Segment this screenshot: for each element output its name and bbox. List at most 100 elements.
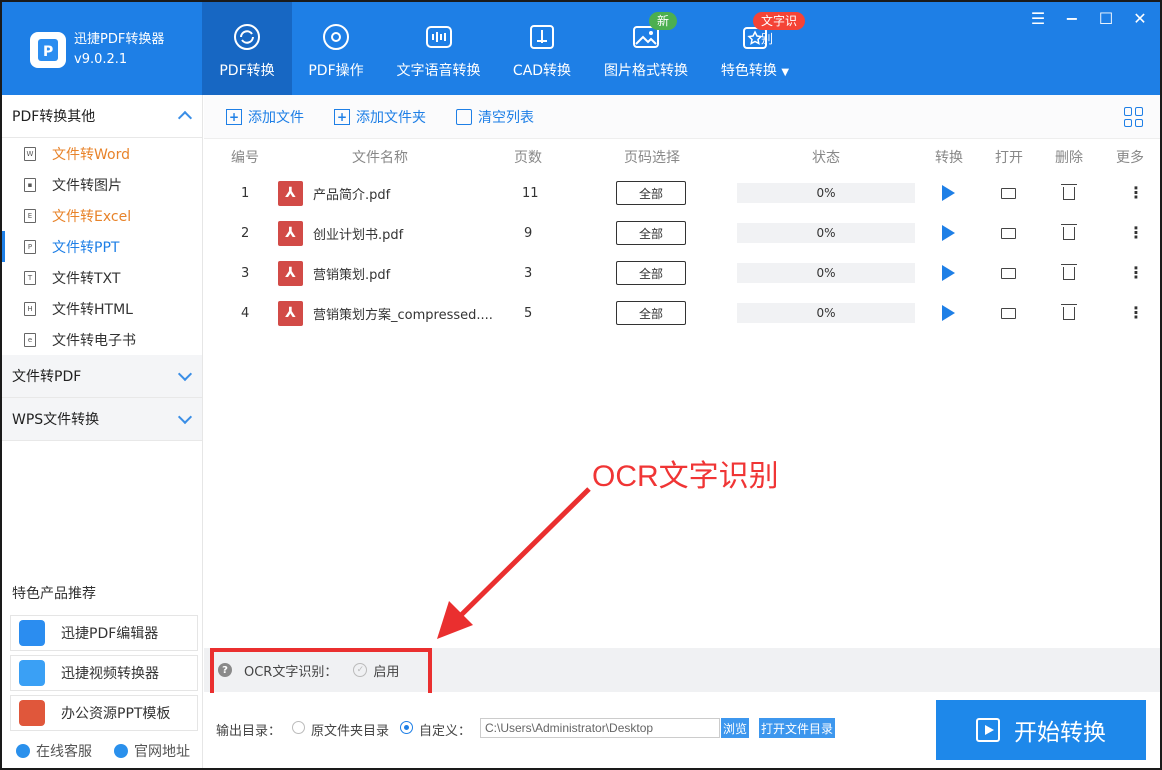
ocr-annotation-label: OCR文字识别 bbox=[592, 460, 779, 493]
play-icon[interactable] bbox=[942, 305, 955, 321]
trash-icon[interactable] bbox=[1061, 223, 1077, 240]
add-folder-button[interactable]: + 添加文件夹 bbox=[334, 107, 426, 127]
play-icon[interactable] bbox=[942, 185, 955, 201]
top-header: P 迅捷PDF转换器 v9.0.2.1 PDF转换 PDF操作 文字语音转换 C… bbox=[2, 2, 1160, 95]
trash-icon[interactable] bbox=[1061, 263, 1077, 280]
pdf-file-icon: ⅄ bbox=[278, 260, 303, 286]
file-name: 营销策划.pdf bbox=[313, 267, 391, 283]
tab-text-voice[interactable]: 文字语音转换 bbox=[380, 2, 497, 95]
clear-list-button[interactable]: 清空列表 bbox=[456, 107, 534, 127]
table-row[interactable]: 3 ⅄ 营销策划.pdf 3 全部 0% ⋮ bbox=[204, 253, 1160, 293]
chevron-down-icon: ▼ bbox=[781, 67, 790, 78]
sidebar-item-to-excel[interactable]: E 文件转Excel bbox=[2, 200, 202, 231]
more-icon[interactable]: ⋮ bbox=[1128, 173, 1144, 213]
promo-ppt-templates[interactable]: 办公资源PPT模板 bbox=[10, 695, 198, 731]
sidebar-item-to-image[interactable]: ▪ 文件转图片 bbox=[2, 169, 202, 200]
txt-doc-icon: T bbox=[24, 270, 36, 285]
file-name: 产品简介.pdf bbox=[313, 187, 391, 203]
ppt-doc-icon: P bbox=[24, 239, 36, 254]
tab-image-format[interactable]: 图片格式转换 新 bbox=[587, 2, 705, 95]
image-doc-icon: ▪ bbox=[24, 177, 36, 192]
file-name: 营销策划方案_compressed.... bbox=[313, 307, 493, 323]
main-nav: PDF转换 PDF操作 文字语音转换 CAD转换 图片格式转换 新 特色转换 ▼… bbox=[202, 2, 805, 95]
app-window: P 迅捷PDF转换器 v9.0.2.1 PDF转换 PDF操作 文字语音转换 C… bbox=[0, 0, 1162, 770]
app-logo-icon: P bbox=[30, 32, 66, 68]
pdf-file-icon: ⅄ bbox=[278, 300, 303, 326]
folder-open-icon[interactable] bbox=[1001, 187, 1016, 199]
promo-pdf-editor[interactable]: 迅捷PDF编辑器 bbox=[10, 615, 198, 651]
minimize-icon[interactable]: − bbox=[1062, 8, 1082, 28]
output-path-input[interactable] bbox=[480, 718, 720, 738]
new-badge: 新 bbox=[649, 12, 678, 30]
tab-pdf-convert[interactable]: PDF转换 bbox=[202, 2, 292, 95]
table-row[interactable]: 2 ⅄ 创业计划书.pdf 9 全部 0% ⋮ bbox=[204, 213, 1160, 253]
promo-video-converter[interactable]: 迅捷视频转换器 bbox=[10, 655, 198, 691]
sidebar-item-to-word[interactable]: W 文件转Word bbox=[2, 138, 202, 169]
pdf-file-icon: ⅄ bbox=[278, 180, 303, 206]
audio-wave-icon bbox=[424, 22, 454, 52]
page-range-button[interactable]: 全部 bbox=[616, 181, 686, 205]
trash-icon[interactable] bbox=[1061, 303, 1077, 320]
folder-open-icon[interactable] bbox=[1001, 227, 1016, 239]
sidebar-group-to-pdf[interactable]: 文件转PDF bbox=[2, 355, 202, 398]
tab-pdf-operations[interactable]: PDF操作 bbox=[292, 2, 380, 95]
source-dir-label: 原文件夹目录 bbox=[311, 724, 390, 739]
promo-title: 特色产品推荐 bbox=[12, 586, 96, 602]
folder-open-icon[interactable] bbox=[1001, 267, 1016, 279]
app-version: v9.0.2.1 bbox=[74, 52, 128, 67]
main-panel: + 添加文件 + 添加文件夹 清空列表 编号 文件名称 页数 页码选择 状态 转… bbox=[204, 95, 1160, 768]
sidebar-item-to-ppt[interactable]: P 文件转PPT bbox=[2, 231, 202, 262]
more-icon[interactable]: ⋮ bbox=[1128, 293, 1144, 333]
sidebar-group-pdf-other[interactable]: PDF转换其他 bbox=[2, 95, 202, 138]
custom-dir-radio[interactable] bbox=[400, 721, 413, 734]
menu-icon[interactable]: ☰ bbox=[1028, 8, 1048, 28]
browse-button[interactable]: 浏览 bbox=[721, 718, 749, 738]
sidebar: PDF转换其他 W 文件转Word ▪ 文件转图片 E 文件转Excel P 文… bbox=[2, 95, 203, 768]
pdf-editor-icon bbox=[19, 620, 45, 646]
online-support-link[interactable]: 在线客服 bbox=[16, 741, 92, 761]
output-dir-label: 输出目录： bbox=[216, 724, 282, 739]
refresh-doc-icon bbox=[232, 22, 262, 52]
ocr-badge: 文字识别 bbox=[753, 12, 805, 46]
progress-bar: 0% bbox=[737, 263, 915, 283]
html-doc-icon: H bbox=[24, 301, 36, 316]
sidebar-item-to-txt[interactable]: T 文件转TXT bbox=[2, 262, 202, 293]
brand: P 迅捷PDF转换器 v9.0.2.1 bbox=[30, 30, 164, 70]
add-file-button[interactable]: + 添加文件 bbox=[226, 107, 304, 127]
headset-icon bbox=[16, 744, 30, 758]
pdf-file-icon: ⅄ bbox=[278, 220, 303, 246]
grid-view-icon[interactable] bbox=[1124, 107, 1144, 127]
gear-doc-icon bbox=[321, 22, 351, 52]
trash-icon[interactable] bbox=[1061, 183, 1077, 200]
table-row[interactable]: 1 ⅄ 产品简介.pdf 11 全部 0% ⋮ bbox=[204, 173, 1160, 213]
page-range-button[interactable]: 全部 bbox=[616, 301, 686, 325]
open-dir-button[interactable]: 打开文件目录 bbox=[759, 718, 835, 738]
app-name: 迅捷PDF转换器 bbox=[74, 32, 165, 47]
maximize-icon[interactable]: ☐ bbox=[1096, 8, 1116, 28]
folder-open-icon[interactable] bbox=[1001, 307, 1016, 319]
progress-bar: 0% bbox=[737, 183, 915, 203]
page-range-button[interactable]: 全部 bbox=[616, 221, 686, 245]
play-icon[interactable] bbox=[942, 225, 955, 241]
ppt-template-icon bbox=[19, 700, 45, 726]
source-dir-radio[interactable] bbox=[292, 721, 305, 734]
chevron-up-icon bbox=[177, 110, 193, 126]
window-controls: ☰ − ☐ ✕ bbox=[1028, 8, 1150, 28]
custom-dir-label: 自定义： bbox=[419, 724, 472, 739]
play-icon[interactable] bbox=[942, 265, 955, 281]
tab-special-convert[interactable]: 特色转换 ▼ 文字识别 bbox=[705, 2, 805, 95]
table-row[interactable]: 4 ⅄ 营销策划方案_compressed.... 5 全部 0% ⋮ bbox=[204, 293, 1160, 333]
start-convert-button[interactable]: 开始转换 bbox=[936, 700, 1146, 760]
sidebar-item-to-ebook[interactable]: e 文件转电子书 bbox=[2, 324, 202, 355]
official-site-link[interactable]: 官网地址 bbox=[114, 741, 190, 761]
page-range-button[interactable]: 全部 bbox=[616, 261, 686, 285]
play-box-icon bbox=[976, 718, 1000, 742]
tab-cad-convert[interactable]: CAD转换 bbox=[497, 2, 587, 95]
close-icon[interactable]: ✕ bbox=[1130, 8, 1150, 28]
sidebar-group-wps[interactable]: WPS文件转换 bbox=[2, 398, 202, 441]
sidebar-item-to-html[interactable]: H 文件转HTML bbox=[2, 293, 202, 324]
annotation-arrow-icon bbox=[437, 487, 591, 639]
more-icon[interactable]: ⋮ bbox=[1128, 253, 1144, 293]
footer-links: 在线客服 官网地址 bbox=[16, 741, 190, 761]
more-icon[interactable]: ⋮ bbox=[1128, 213, 1144, 253]
